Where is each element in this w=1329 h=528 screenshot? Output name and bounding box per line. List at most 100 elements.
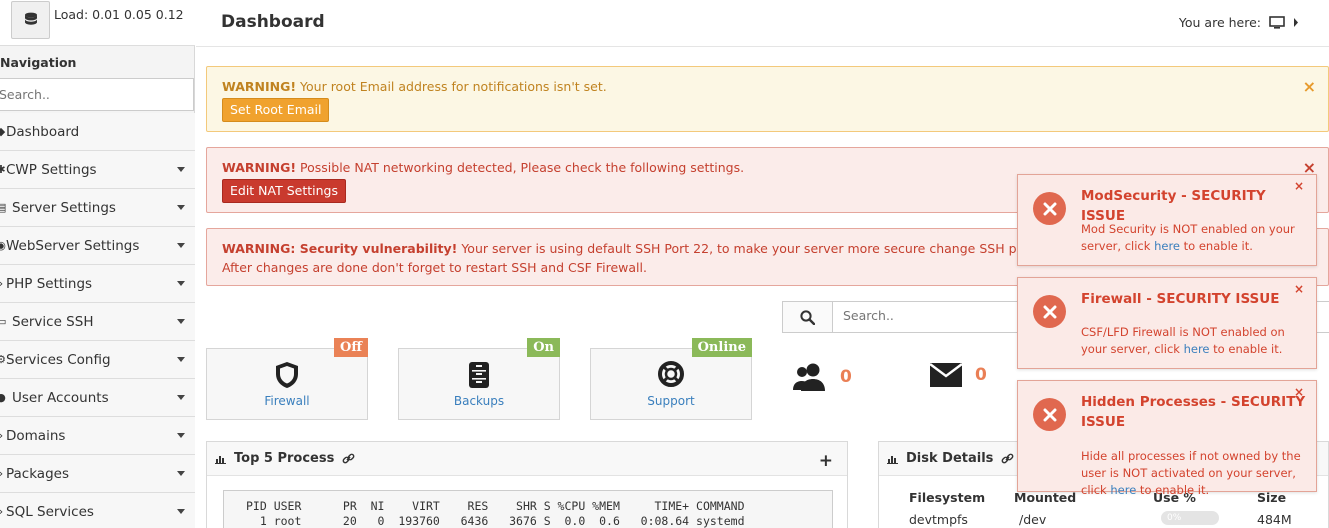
enable-link[interactable]: here <box>1110 483 1136 497</box>
sidebar-item-packages[interactable]: ›Packages <box>0 455 195 493</box>
process-header: PID USER PR NI VIRT RES SHR S %CPU %MEM … <box>246 499 745 513</box>
users-stat: 0 <box>792 362 852 392</box>
backups-tile[interactable]: On Backups <box>398 338 560 420</box>
toast-text: to enable it. <box>1136 483 1210 497</box>
status-badge: On <box>527 338 560 357</box>
link-icon[interactable] <box>1001 452 1014 465</box>
sidebar-item-user-accounts[interactable]: ● User Accounts <box>0 379 195 417</box>
modsecurity-toast: ModSecurity - SECURITY ISSUE Mod Securit… <box>1017 174 1317 266</box>
sidebar-item-service-ssh[interactable]: ▭ Service SSH <box>0 303 195 341</box>
sidebar-search-input[interactable] <box>0 79 193 110</box>
sidebar-item-label: PHP Settings <box>6 275 93 292</box>
users-count: 0 <box>840 367 852 387</box>
close-icon[interactable]: × <box>1303 79 1316 95</box>
chevron-down-icon <box>177 281 185 286</box>
bar-chart-icon <box>215 455 226 464</box>
sidebar-item-label: Server Settings <box>12 199 116 216</box>
toast-text: to enable it. <box>1180 239 1253 253</box>
chevron-down-icon <box>177 243 185 248</box>
column-header: Mounted <box>1014 490 1077 505</box>
close-icon[interactable]: × <box>1294 385 1304 399</box>
hidden-processes-toast: Hidden Processes - SECURITY ISSUE Hide a… <box>1017 380 1317 497</box>
monitor-icon[interactable] <box>1269 16 1285 29</box>
sidebar-item-cwp-settings[interactable]: ✱ CWP Settings <box>0 151 195 189</box>
bar-chart-icon <box>887 455 898 464</box>
sidebar-item-dashboard[interactable]: ◆ Dashboard <box>0 113 195 151</box>
expand-button[interactable]: + <box>819 451 833 471</box>
warning-strong: WARNING! <box>222 79 297 94</box>
lifebuoy-icon <box>658 361 684 387</box>
chevron-down-icon <box>177 205 185 210</box>
chevron-down-icon <box>177 433 185 438</box>
panel-title: Disk Details <box>906 451 994 466</box>
size-cell: 484M <box>1257 512 1292 527</box>
link-icon[interactable] <box>342 452 355 465</box>
firewall-toast: Firewall - SECURITY ISSUE CSF/LFD Firewa… <box>1017 277 1317 369</box>
user-icon: ● <box>0 391 6 404</box>
warning-line-2: After changes are done don't forget to r… <box>222 260 647 275</box>
chevron-down-icon <box>177 509 185 514</box>
users-icon <box>793 363 825 391</box>
status-badge: Off <box>334 338 368 357</box>
enable-link[interactable]: here <box>1184 342 1210 356</box>
toast-message: Mod Security is NOT enabled on your serv… <box>1081 221 1309 255</box>
breadcrumb: You are here: <box>1179 15 1299 30</box>
close-icon[interactable]: × <box>1294 282 1304 296</box>
sidebar-item-label: WebServer Settings <box>6 237 140 254</box>
emails-stat: 0 <box>929 362 987 388</box>
sidebar-item-domains[interactable]: ›Domains <box>0 417 195 455</box>
toast-title: Firewall - SECURITY ISSUE <box>1081 291 1280 307</box>
shield-icon <box>276 362 298 388</box>
envelope-icon <box>929 363 963 387</box>
search-icon <box>800 309 815 325</box>
sidebar-item-webserver-settings[interactable]: ◉ WebServer Settings <box>0 227 195 265</box>
chevron-right-icon <box>1294 18 1298 27</box>
sidebar-search[interactable] <box>0 78 194 111</box>
chevron-down-icon <box>177 471 185 476</box>
toast-text: to enable it. <box>1209 342 1283 356</box>
warning-text: WARNING! Possible NAT networking detecte… <box>222 160 744 175</box>
status-badge: Online <box>691 338 752 357</box>
search-button[interactable] <box>783 302 833 332</box>
toast-title: ModSecurity - SECURITY ISSUE <box>1081 188 1266 224</box>
column-header: Filesystem <box>909 490 986 505</box>
warning-message: Your root Email address for notification… <box>296 79 607 94</box>
sidebar-topbar: Load: 0.01 0.05 0.12 <box>0 0 195 46</box>
panel-title: Top 5 Process <box>234 451 335 466</box>
toast-message: CSF/LFD Firewall is NOT enabled on your … <box>1081 324 1309 358</box>
sidebar-item-label: Domains <box>6 427 66 444</box>
filesystem-cell: devtmpfs <box>909 512 968 527</box>
tile-label: Backups <box>453 394 505 408</box>
sidebar-item-label: Services Config <box>6 351 111 368</box>
warning-strong: WARNING: Security vulnerability! <box>222 241 458 256</box>
emails-count: 0 <box>975 365 987 385</box>
firewall-tile[interactable]: Off Firewall <box>206 338 368 420</box>
sidebar-item-server-settings[interactable]: ▤ Server Settings <box>0 189 195 227</box>
tile-label: Support <box>647 394 695 408</box>
chevron-down-icon <box>177 319 185 324</box>
sidebar-item-sql-services[interactable]: ›SQL Services <box>0 493 195 528</box>
set-root-email-button[interactable]: Set Root Email <box>222 98 330 122</box>
support-tile[interactable]: Online Support <box>590 338 752 420</box>
enable-link[interactable]: here <box>1154 239 1180 253</box>
navigation-title: Navigation <box>0 55 77 70</box>
breadcrumb-label: You are here: <box>1178 15 1261 30</box>
warning-text: WARNING! Your root Email address for not… <box>222 79 607 94</box>
usage-progress-bar: 0% <box>1161 511 1219 525</box>
main-header: Dashboard You are here: <box>196 0 1329 47</box>
panel-header: Top 5 Process <box>207 442 847 476</box>
server-icon: ▤ <box>0 201 7 214</box>
page-title: Dashboard <box>221 12 325 32</box>
toast-title: Hidden Processes - SECURITY ISSUE <box>1081 394 1306 430</box>
close-icon[interactable]: × <box>1294 179 1304 193</box>
database-icon <box>24 12 37 25</box>
sidebar-item-services-config[interactable]: ⚙ Services Config <box>0 341 195 379</box>
edit-nat-settings-button[interactable]: Edit NAT Settings <box>222 179 346 203</box>
sidebar-item-php-settings[interactable]: ›PHP Settings <box>0 265 195 303</box>
tile-label: Firewall <box>264 394 310 408</box>
sidebar-item-label: CWP Settings <box>6 161 97 178</box>
database-toggle-button[interactable] <box>11 1 50 39</box>
mounted-cell: /dev <box>1019 512 1047 527</box>
root-email-warning: WARNING! Your root Email address for not… <box>206 66 1329 132</box>
error-icon <box>1033 295 1066 328</box>
